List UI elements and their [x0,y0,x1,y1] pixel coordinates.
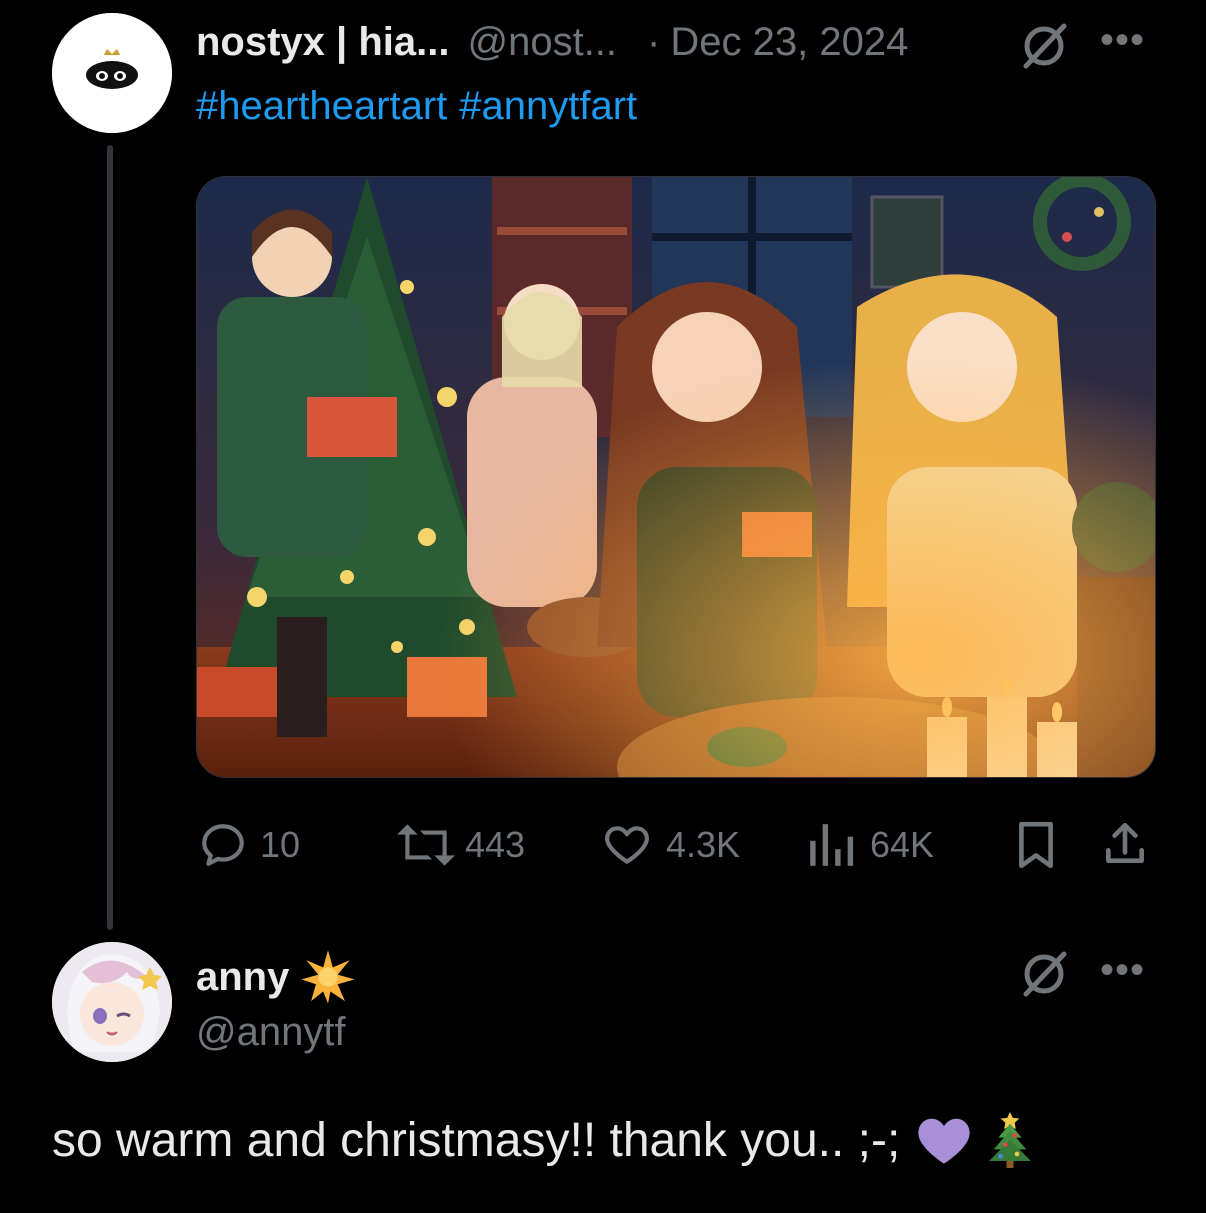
view-count: 64K [870,824,935,865]
christmas-tree-icon [989,1112,1032,1168]
views-chart-icon [810,824,854,866]
reply-icon [202,824,244,866]
tweet-text: #heartheartart #annytfart [196,84,637,129]
share-icon [1106,822,1144,863]
tweet-media-image[interactable] [196,176,1156,778]
reply-author-name[interactable]: anny [196,955,289,1000]
more-options-icon[interactable]: ••• [1100,18,1145,63]
bookmark-icon [1019,821,1053,869]
repost-button[interactable]: 443 [395,820,525,870]
avatar-face-icon [52,13,172,133]
anime-avatar-icon [52,942,172,1062]
reply-author-avatar[interactable] [52,942,172,1062]
reply-header: anny [196,948,357,1006]
share-button[interactable] [1100,818,1150,875]
hashtag-link[interactable]: #annytfart [459,84,637,129]
reply-body: so warm and christmasy!! thank you.. ;-; [52,1112,1034,1168]
hashtag-link[interactable]: #heartheartart [196,84,447,129]
dot-separator: · [647,20,661,64]
more-options-icon[interactable]: ••• [1100,948,1145,993]
tweet-header: nostyx | hia... @nost... · Dec 23, 2024 [196,20,908,65]
tweet-date[interactable]: Dec 23, 2024 [670,20,908,65]
like-count: 4.3K [666,824,741,865]
author-name[interactable]: nostyx | hia... [196,20,449,65]
author-handle[interactable]: @nost... [467,20,617,65]
bookmark-button[interactable] [1014,820,1058,875]
grok-icon[interactable] [1018,22,1070,75]
author-avatar[interactable] [52,13,172,133]
like-button[interactable]: 4.3K [602,820,740,870]
reply-count: 10 [260,824,301,865]
reply-author-handle[interactable]: @annytf [196,1010,346,1055]
thread-connector-line [107,145,113,930]
repost-count: 443 [465,824,526,865]
grok-icon[interactable] [1018,950,1070,1003]
purple-heart-icon [918,1118,970,1164]
sparkle-badge-icon [301,950,355,1004]
reply-button[interactable]: 10 [198,820,300,870]
views-button[interactable]: 64K [808,820,934,870]
repost-icon [397,824,455,866]
christmas-illustration [197,177,1155,777]
heart-icon [605,826,649,864]
reply-text: so warm and christmasy!! thank you.. ;-; [52,1113,901,1167]
